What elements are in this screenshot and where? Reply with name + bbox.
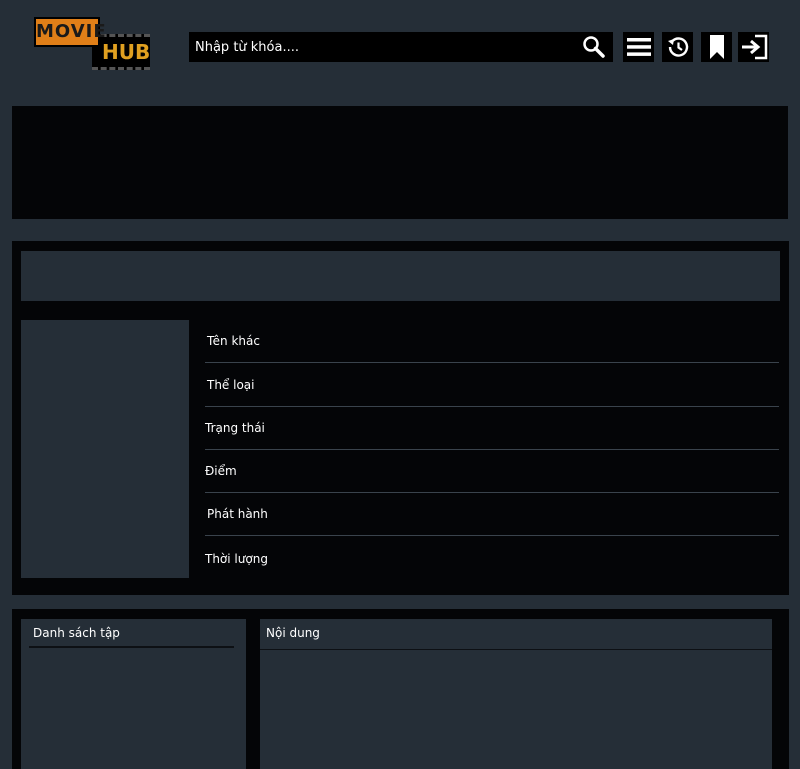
- info-label: Thời lượng: [205, 551, 268, 566]
- login-button[interactable]: [738, 32, 769, 62]
- logo-text-hub: HUB: [102, 40, 151, 64]
- login-icon: [741, 34, 767, 60]
- episode-list-title: Danh sách tập: [29, 619, 234, 648]
- info-label: Điểm: [205, 464, 237, 478]
- info-label: Thể loại: [207, 378, 255, 392]
- search-icon: [583, 36, 605, 58]
- info-label: Phát hành: [207, 507, 268, 521]
- menu-icon: [626, 38, 651, 56]
- history-icon: [667, 37, 688, 57]
- movie-poster: [21, 320, 189, 578]
- menu-button[interactable]: [623, 32, 654, 62]
- info-row-score: Điểm: [205, 450, 779, 493]
- logo-text-movie: MOVIE: [34, 17, 106, 47]
- info-row-genre: Thể loại: [205, 364, 779, 407]
- info-label: Tên khác: [207, 334, 260, 348]
- content-title: Nội dung: [260, 619, 772, 650]
- episode-list: Danh sách tập: [21, 619, 246, 769]
- movie-title-bar: [21, 251, 780, 301]
- info-row-other-name: Tên khác: [205, 320, 779, 363]
- info-label: Trạng thái: [205, 421, 265, 435]
- info-row-release: Phát hành: [205, 493, 779, 536]
- bookmark-button[interactable]: [701, 32, 732, 62]
- info-row-status: Trạng thái: [205, 407, 779, 450]
- history-button[interactable]: [662, 32, 693, 62]
- bookmark-icon: [709, 35, 724, 59]
- info-row-duration: Thời lượng: [205, 537, 779, 580]
- banner: [12, 106, 788, 219]
- search-input[interactable]: [189, 32, 569, 62]
- logo[interactable]: MOVIE HUB: [32, 14, 152, 72]
- content-section: Nội dung: [260, 619, 772, 769]
- search-button[interactable]: [581, 34, 607, 60]
- search-bar: [189, 32, 613, 62]
